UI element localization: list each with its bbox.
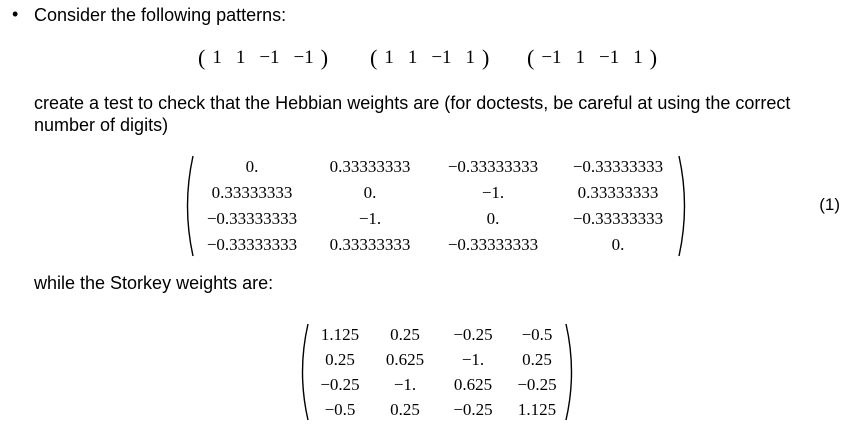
pattern-vector-2: (1 1 −1 1) — [370, 44, 489, 72]
right-paren: ) — [320, 45, 329, 70]
matrix-cell: −0.33333333 — [206, 209, 298, 228]
storkey-weights-matrix: 1.125 0.25 −0.25 −0.5 0.25 0.625 −1. 0.25 −0.25−… — [296, 322, 578, 422]
left-paren: ( — [527, 45, 535, 70]
pattern-vector-3: ( −1 1 −1 1) — [527, 44, 657, 72]
matrix-row: −0.33333333 0.33333333 −0.33333333 0. — [193, 232, 679, 258]
intro-text: Consider the following patterns: — [34, 5, 287, 25]
matrix-right-paren — [678, 155, 686, 257]
pattern-vector-1: (1 1 −1 −1) — [198, 44, 328, 72]
pattern-element: 1 — [575, 47, 586, 68]
matrix-cell: −0.33333333 — [572, 157, 664, 176]
matrix-cell: −0.5 — [521, 324, 553, 344]
matrix-cell: −0.5 — [324, 399, 356, 419]
left-paren: ( — [198, 45, 206, 70]
equation-number: (1) — [819, 195, 840, 214]
matrix-row: 0.33333333 0. −1. 0.33333333 — [193, 180, 679, 206]
matrix-cell: 0.33333333 — [211, 183, 293, 202]
matrix-right-paren — [565, 323, 573, 421]
pattern-element: 1 — [633, 47, 643, 68]
matrix-row: −0.5 0.25 −0.25 1.125 — [308, 397, 566, 422]
matrix-cell: −0.33333333 — [572, 209, 664, 228]
pattern-element: 1 — [407, 47, 418, 68]
left-paren: ( — [370, 45, 378, 70]
matrix-cell: 0.625 — [385, 349, 425, 369]
matrix-cell: −0.25 — [320, 374, 360, 394]
matrix-cell: −0.33333333 — [206, 235, 298, 254]
matrix-cell: 0. — [245, 157, 259, 176]
matrix-cell: 0.25 — [390, 324, 420, 344]
matrix-cell: −0.25 — [453, 324, 493, 344]
pattern-element: −1 — [599, 47, 620, 68]
matrix-cell: 0. — [363, 183, 377, 202]
matrix-row: −0.33333333 −1. 0. −0.33333333 — [193, 206, 679, 232]
matrix-cell: 1.125 — [320, 324, 360, 344]
pattern-element: 1 — [465, 47, 476, 68]
matrix-row: −0.25 −1. 0.625 −0.25 — [308, 372, 566, 397]
matrix-row: 1.125 0.25 −0.25 −0.5 — [308, 322, 566, 347]
storkey-intro-text: while the Storkey weights are: — [34, 273, 274, 293]
matrix-cell: −1. — [481, 183, 505, 202]
right-paren: ) — [482, 45, 490, 70]
matrix-cell: −1. — [393, 374, 417, 394]
instruction-paragraph: create a test to check that the Hebbian … — [34, 93, 791, 135]
hebbian-weights-matrix: 0. 0.33333333 −0.33333333 −0.33333333 0.3333… — [181, 154, 691, 258]
matrix-cell: 0. — [611, 235, 625, 254]
matrix-cell: −1. — [358, 209, 382, 228]
matrix-cell: 1.125 — [517, 399, 557, 419]
matrix-cell: 0.33333333 — [329, 235, 411, 254]
matrix-cell: 0.25 — [522, 349, 552, 369]
matrix-row: 0.25 0.625 −1. 0.25 — [308, 347, 566, 372]
patterns-row: (1 1 −1 −1) (1 1 −1 1) (−1 1 −1 1) — [0, 44, 862, 72]
pattern-element: 1 — [384, 47, 394, 68]
matrix-cell: 0.33333333 — [329, 157, 411, 176]
matrix-cell: 0.25 — [325, 349, 355, 369]
bullet-point: • — [12, 4, 19, 24]
pattern-element: −1 — [293, 47, 314, 68]
pattern-element: 1 — [212, 47, 222, 68]
right-paren: ) — [649, 45, 658, 70]
pattern-element: 1 — [235, 47, 246, 68]
pattern-element: −1 — [259, 47, 280, 68]
matrix-cell: −1. — [461, 349, 485, 369]
matrix-cell: 0. — [486, 209, 500, 228]
matrix-cell: −0.25 — [453, 399, 493, 419]
pattern-element: −1 — [431, 47, 452, 68]
matrix-row: 0. 0.33333333 −0.33333333 −0.33333333 — [193, 154, 679, 180]
matrix-cell: 0.25 — [390, 399, 420, 419]
matrix-cell: −0.33333333 — [447, 235, 539, 254]
matrix-cell: −0.25 — [517, 374, 557, 394]
pattern-element: −1 — [541, 47, 562, 68]
matrix-cell: −0.33333333 — [447, 157, 539, 176]
matrix-cell: 0.33333333 — [577, 183, 659, 202]
matrix-cell: 0.625 — [453, 374, 493, 394]
